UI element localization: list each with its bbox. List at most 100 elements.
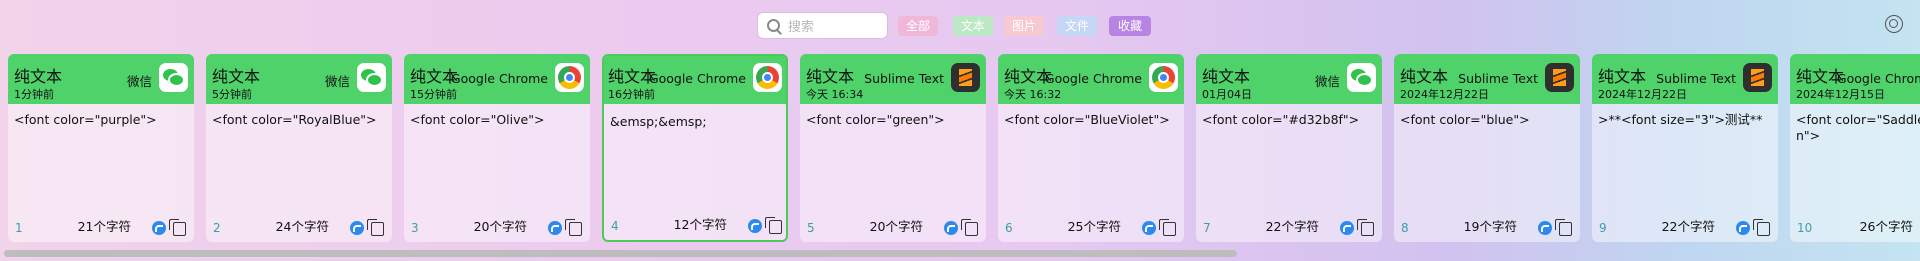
card-header: 纯文本2024年12月15日Google Chrome [1790,54,1920,104]
card-header: 纯文本 2024年12月22日 Sublime Text [1394,54,1580,104]
sublime-icon [951,63,980,92]
card-header: 纯文本 1分钟前 微信 [8,54,194,104]
card-time: 2024年12月22日 [1400,88,1489,101]
card-time: 01月04日 [1202,88,1252,101]
copy-icon[interactable] [367,219,384,236]
card-header: 纯文本 2024年12月22日 Sublime Text [1592,54,1778,104]
card-header: 纯文本 01月04日 微信 [1196,54,1382,104]
filter-text[interactable]: 文本 [953,16,993,36]
share-icon[interactable] [944,221,958,235]
search-field[interactable]: 搜索 [758,13,887,38]
clip-card[interactable]: 纯文本今天 16:34 Sublime Text <font color="gree… [800,54,986,242]
card-app: Sublime Text [864,71,944,86]
card-content: <font color="RoyalBlue"> [212,112,377,127]
card-char-count: 20个字符 [473,219,527,234]
card-char-count: 26个字符 [1859,219,1913,234]
card-content: <font color="blue"> [1400,112,1530,127]
card-content: <font color="purple"> [14,112,157,127]
share-icon[interactable] [1538,221,1552,235]
card-app: 微信 [1314,74,1340,89]
share-icon[interactable] [350,221,364,235]
card-time: 1分钟前 [14,88,54,101]
search-placeholder: 搜索 [788,20,815,35]
chrome-icon [753,63,782,92]
copy-icon[interactable] [1753,219,1770,236]
card-app: Sublime Text [1458,71,1538,86]
card-time: 16分钟前 [608,88,655,101]
card-app: Google Chrome [1044,71,1142,86]
clip-card[interactable]: 纯文本 1分钟前 微信 <font color="purple"> 1 21个字符 [8,54,194,242]
clip-card[interactable]: 纯文本 2024年12月22日 Sublime Text <font color="b… [1394,54,1580,242]
card-type: 纯文本 [212,67,261,86]
wechat-icon [1347,63,1376,92]
card-char-count: 24个字符 [275,219,329,234]
card-content: <font color="green"> [806,112,945,127]
card-content: &emsp;&emsp; [610,114,707,129]
share-icon[interactable] [1340,221,1354,235]
card-app: Google Chrome [450,71,548,86]
clip-card[interactable]: 纯文本 01月04日 微信 <font color="#d32b8f"> 7 22个字符 [1196,54,1382,242]
card-char-count: 12个字符 [673,217,727,232]
card-time: 5分钟前 [212,88,252,101]
card-time: 2024年12月22日 [1598,88,1687,101]
clip-card[interactable]: 纯文本 5分钟前 微信 <font color="RoyalBlue"> 2 24个字符 [206,54,392,242]
clip-card[interactable]: 纯文本 今天 16:32 Google Chrome <font color="Blu… [998,54,1184,242]
filter-favorites[interactable]: 收藏 [1109,16,1151,36]
horizontal-scrollbar[interactable] [4,250,1237,257]
toolbar: 搜索 全部 文本 图片 文件 收藏 [0,0,1920,52]
card-app: 微信 [324,74,350,89]
share-icon[interactable] [1736,221,1750,235]
settings-icon[interactable] [1885,15,1903,33]
sublime-icon [1743,63,1772,92]
wechat-icon [159,63,188,92]
card-type: 纯文本 [14,67,63,86]
chrome-icon [555,63,584,92]
card-app: Google Chrome [1836,71,1920,86]
copy-icon[interactable] [1357,219,1374,236]
card-time: 今天 16:34 [806,88,864,101]
card-content: <font color="#d32b8f"> [1202,112,1360,127]
clip-card[interactable]: 纯文本 2024年12月22日 Sublime Text >**<font size=… [1592,54,1778,242]
copy-icon[interactable] [169,219,186,236]
card-content: <font color="SaddleBrown"> [1796,112,1920,143]
card-type: 纯文本 [1202,67,1251,86]
card-app: Sublime Text [1656,71,1736,86]
clip-card[interactable]: 纯文本 15分钟前 Google Chrome <font color="Olive"… [404,54,590,242]
card-app: 微信 [126,74,152,89]
card-type: 纯文本 [806,67,855,86]
sublime-icon [1545,63,1574,92]
copy-icon[interactable] [1159,219,1176,236]
card-time: 15分钟前 [410,88,457,101]
copy-icon[interactable] [961,219,978,236]
card-char-count: 22个字符 [1265,219,1319,234]
copy-icon[interactable] [765,217,782,234]
card-app: Google Chrome [648,71,746,86]
card-time: 今天 16:32 [1004,88,1062,101]
card-content: >**<font size="3">测试** [1598,112,1763,127]
clip-card[interactable]: 纯文本 16分钟前 Google Chrome &emsp;&emsp; 4 12个字符 [602,54,788,242]
card-char-count: 19个字符 [1463,219,1517,234]
copy-icon[interactable] [1555,219,1572,236]
clip-card[interactable]: 纯文本2024年12月15日Google Chrome<font color="… [1790,54,1920,242]
wechat-icon [357,63,386,92]
card-char-count: 25个字符 [1067,219,1121,234]
share-icon[interactable] [152,221,166,235]
search-icon [766,18,782,34]
filter-images[interactable]: 图片 [1004,16,1044,36]
chrome-icon [1149,63,1178,92]
card-header: 纯文本今天 16:34 Sublime Text [800,54,986,104]
card-char-count: 21个字符 [77,219,131,234]
card-header: 纯文本 今天 16:32 Google Chrome [998,54,1184,104]
card-char-count: 20个字符 [869,219,923,234]
share-icon[interactable] [1142,221,1156,235]
card-type: 纯文本 [1400,67,1449,86]
share-icon[interactable] [748,219,762,233]
filter-files[interactable]: 文件 [1057,16,1097,36]
card-content: <font color="BlueViolet"> [1004,112,1170,127]
card-type: 纯文本 [1598,67,1647,86]
filter-all[interactable]: 全部 [898,16,938,36]
card-header: 纯文本 5分钟前 微信 [206,54,392,104]
copy-icon[interactable] [565,219,582,236]
share-icon[interactable] [548,221,562,235]
card-time: 2024年12月15日 [1796,88,1885,101]
